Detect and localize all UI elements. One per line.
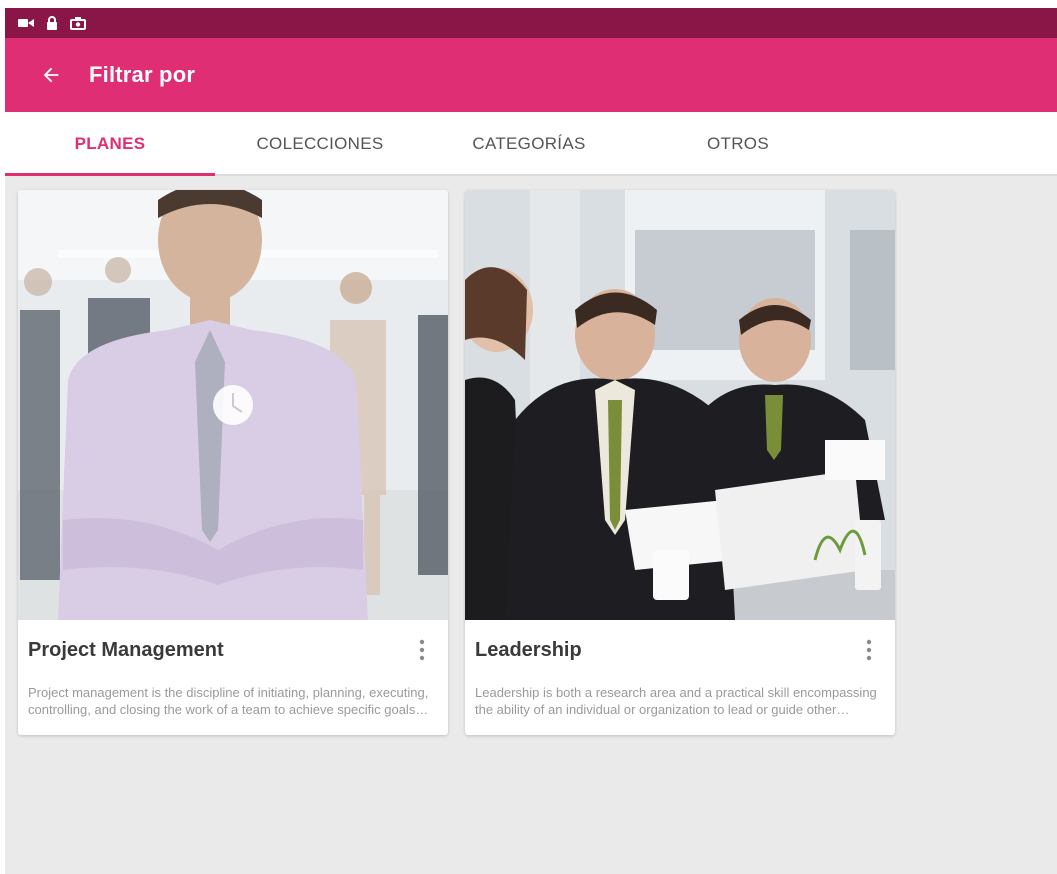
plan-card-description: Leadership is both a research area and a…	[475, 685, 877, 717]
more-vertical-icon	[419, 639, 425, 661]
app-screen: Filtrar por PLANES COLECCIONES CATEGORÍA…	[5, 8, 1057, 874]
plan-card-project-management[interactable]: Project Management Project management is…	[18, 190, 448, 735]
back-button[interactable]	[29, 53, 73, 97]
active-tab-indicator	[5, 173, 215, 176]
tab-colecciones[interactable]: COLECCIONES	[215, 112, 425, 176]
plan-card-title: Leadership	[475, 638, 582, 661]
filter-tabs: PLANES COLECCIONES CATEGORÍAS OTROS	[5, 112, 1057, 176]
plan-card-leadership[interactable]: Leadership Leadership is both a research…	[465, 190, 895, 735]
plan-card-title: Project Management	[28, 638, 224, 661]
page-title: Filtrar por	[89, 62, 196, 87]
app-bar: Filtrar por	[5, 38, 1057, 112]
tab-otros[interactable]: OTROS	[633, 112, 843, 176]
plan-card-description: Project management is the discipline of …	[28, 685, 429, 717]
screenshot-icon	[70, 16, 86, 30]
status-bar	[5, 8, 1057, 38]
plan-card-header: Project Management	[18, 620, 448, 680]
video-camera-icon	[18, 16, 34, 30]
more-vertical-icon	[866, 639, 872, 661]
plan-card-image	[465, 190, 895, 620]
lock-icon	[44, 16, 60, 30]
arrow-back-icon	[43, 67, 59, 83]
more-options-button[interactable]	[406, 634, 438, 666]
plan-card-image	[18, 190, 448, 620]
plan-card-header: Leadership	[465, 620, 895, 680]
tab-planes[interactable]: PLANES	[5, 112, 215, 176]
tab-categorias[interactable]: CATEGORÍAS	[425, 112, 633, 176]
more-options-button[interactable]	[853, 634, 885, 666]
